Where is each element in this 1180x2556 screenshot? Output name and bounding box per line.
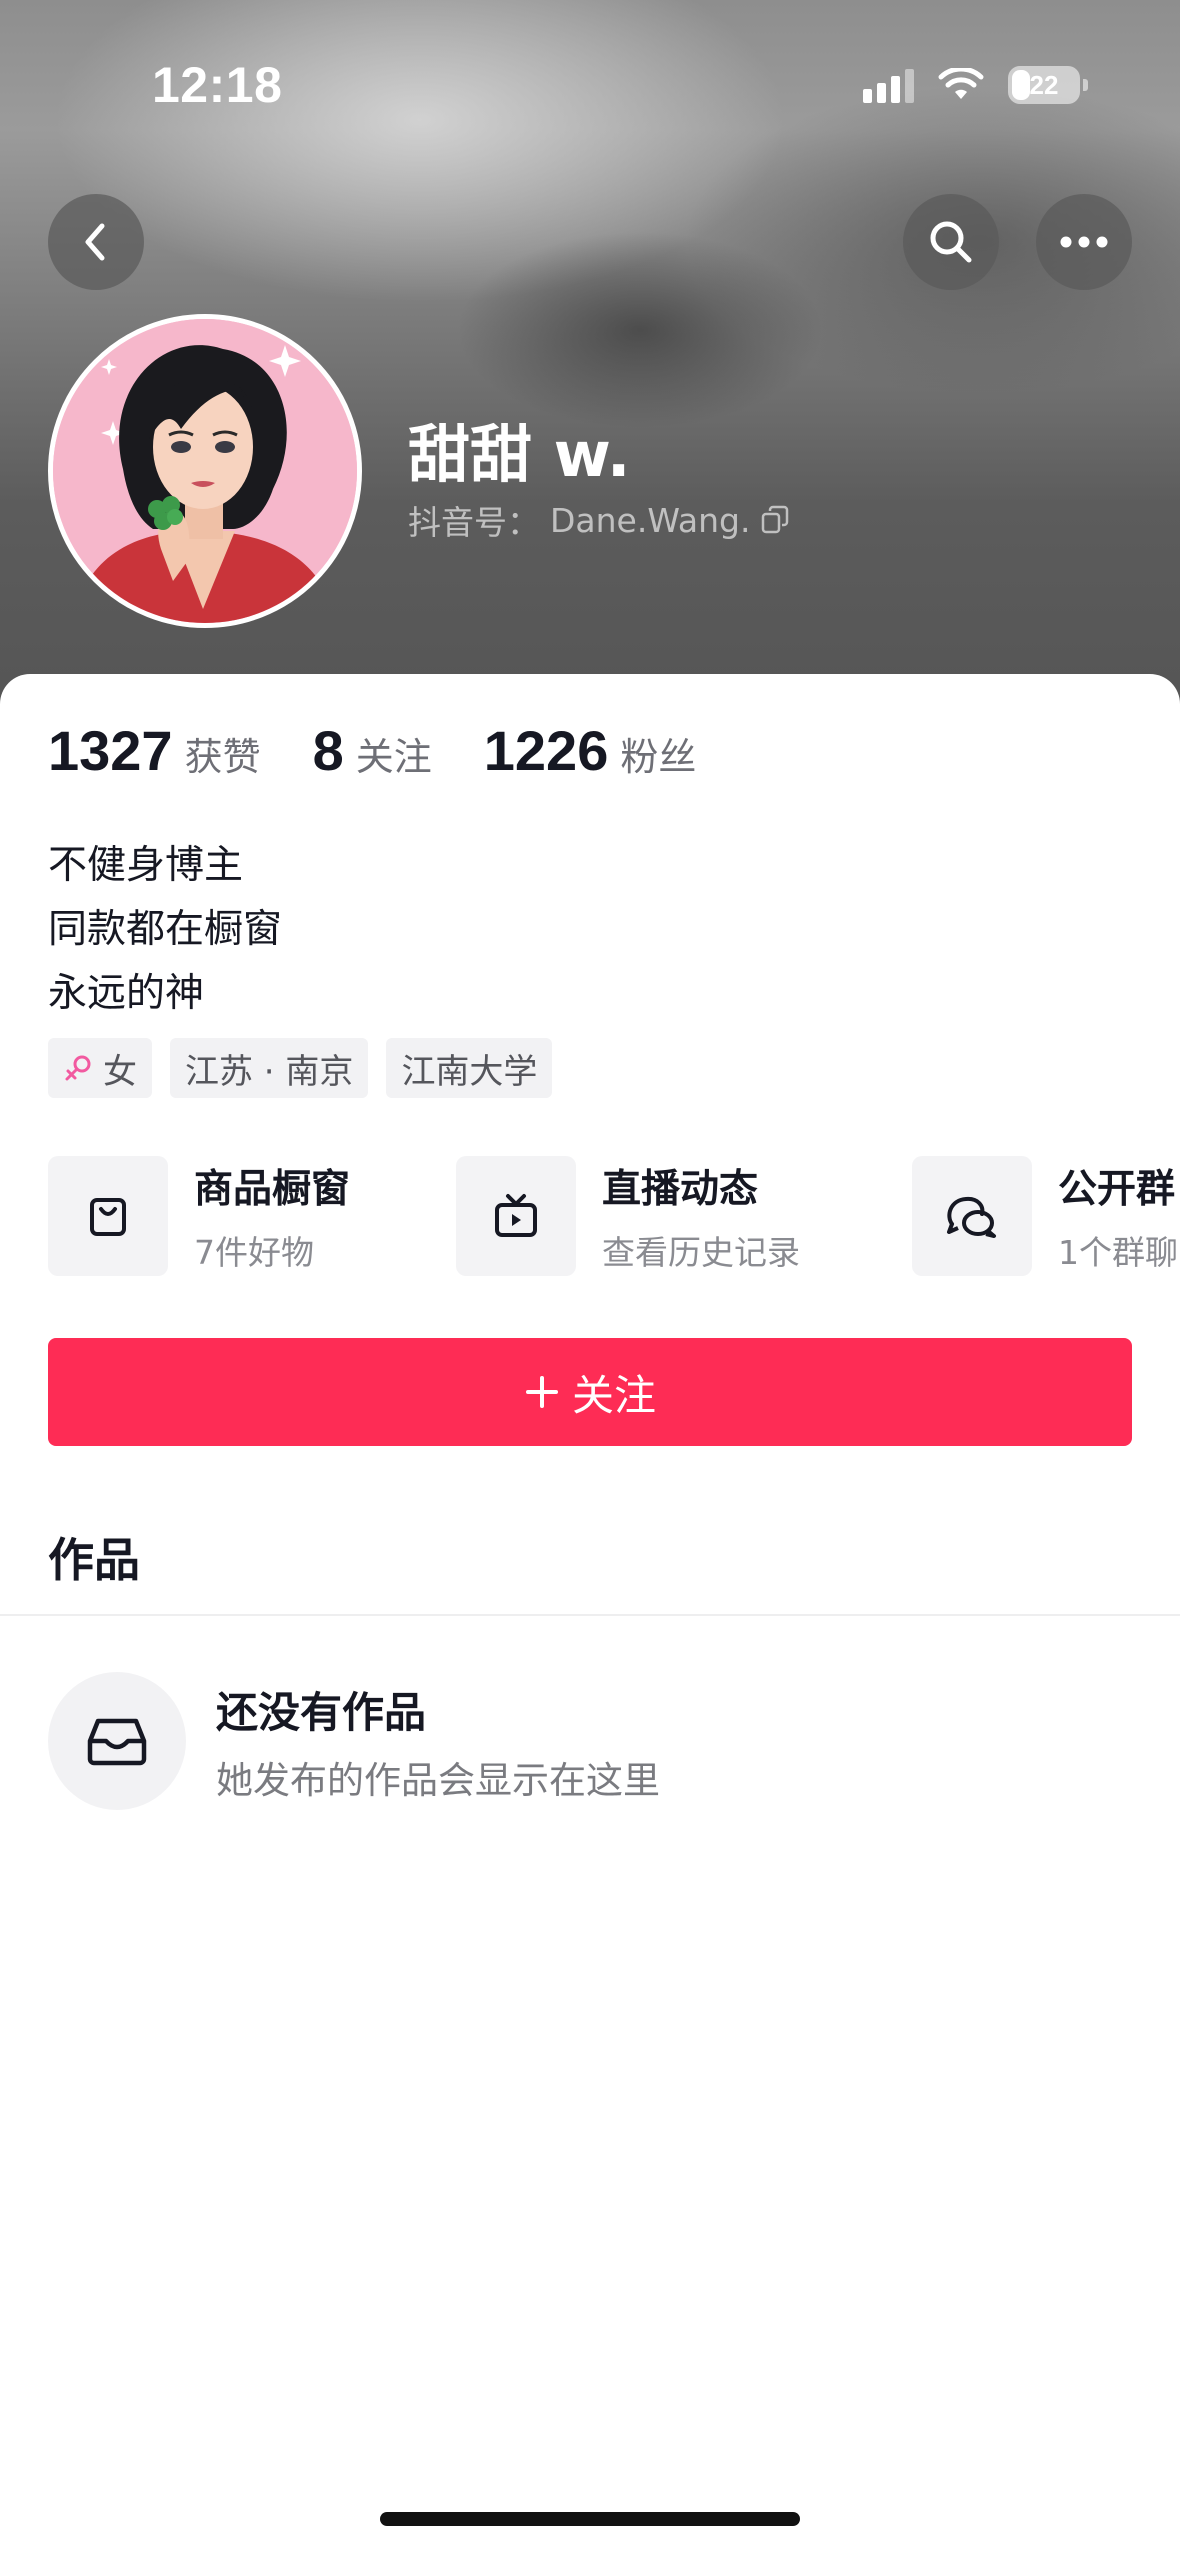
feature-live-history[interactable]: 直播动态 查看历史记录 <box>456 1156 800 1276</box>
wifi-icon <box>938 68 984 99</box>
female-icon <box>65 1055 91 1081</box>
stat-following[interactable]: 8 关注 <box>313 718 432 783</box>
status-icons: 22 <box>863 66 1088 104</box>
follow-button-label: 关注 <box>571 1370 656 1420</box>
douyin-id-label: 抖音号： <box>408 503 540 542</box>
empty-icon-circle <box>48 1672 186 1810</box>
feature-icon-box <box>912 1156 1032 1276</box>
search-icon <box>930 221 972 263</box>
stat-value: 1327 <box>48 719 173 782</box>
search-button[interactable] <box>903 194 999 290</box>
tag-gender: 女 <box>48 1038 152 1098</box>
stat-value: 1226 <box>483 719 609 782</box>
feature-subtitle: 查看历史记录 <box>602 1233 800 1272</box>
chevron-left-icon <box>85 223 105 261</box>
back-button[interactable] <box>48 194 144 290</box>
battery-level: 22 <box>1029 69 1059 100</box>
bio-line: 永远的神 <box>48 971 205 1016</box>
feature-title: 公开群 <box>1058 1167 1176 1212</box>
stat-likes[interactable]: 1327 获赞 <box>48 718 261 783</box>
feature-title: 直播动态 <box>602 1167 759 1212</box>
feature-subtitle: 1个群聊 <box>1058 1233 1178 1272</box>
feature-title: 商品橱窗 <box>194 1167 351 1212</box>
feature-icon-box <box>48 1156 168 1276</box>
follow-button[interactable]: 关注 <box>48 1338 1132 1446</box>
stat-followers[interactable]: 1226 粉丝 <box>484 718 697 783</box>
chat-bubbles-icon <box>947 1196 996 1238</box>
empty-title: 还没有作品 <box>216 1687 427 1737</box>
tag-gender-label: 女 <box>103 1051 137 1092</box>
status-time: 12:18 <box>152 57 283 113</box>
profile-tags: 女 江苏 · 南京 江南大学 <box>48 1038 553 1098</box>
tab-works[interactable]: 作品 <box>48 1524 140 1590</box>
home-indicator[interactable] <box>380 2512 800 2526</box>
bio-line: 同款都在橱窗 <box>48 907 283 952</box>
douyin-id-value: Dane.Wang. <box>550 500 751 540</box>
profile-bio: 不健身博主 同款都在橱窗 永远的神 <box>48 834 282 1026</box>
feature-public-groups[interactable]: 公开群 1个群聊 <box>912 1156 1178 1276</box>
tag-school[interactable]: 江南大学 <box>386 1038 553 1098</box>
tag-location: 江苏 · 南京 <box>170 1038 369 1098</box>
stat-label: 粉丝 <box>620 735 697 779</box>
douyin-id-row[interactable]: 抖音号： Dane.Wang. <box>408 496 790 544</box>
profile-stats: 1327 获赞 8 关注 1226 粉丝 <box>48 718 748 783</box>
more-dots-icon <box>1060 236 1108 248</box>
tv-icon <box>495 1194 537 1237</box>
plus-icon <box>525 1376 558 1408</box>
section-divider <box>0 1614 1180 1616</box>
tag-school-label: 江南大学 <box>401 1051 538 1092</box>
bio-line: 不健身博主 <box>48 843 244 888</box>
stat-label: 关注 <box>355 735 432 779</box>
stat-label: 获赞 <box>184 735 261 779</box>
profile-content-card: 1327 获赞 8 关注 1226 粉丝 不健身博主 同款都在橱窗 永远的神 女… <box>0 674 1180 2556</box>
empty-subtitle: 她发布的作品会显示在这里 <box>216 1758 660 1802</box>
profile-screen: 12:18 22 甜甜 w. 抖音号： Dane.Wang. 1327 获赞 8… <box>0 0 1180 2556</box>
feature-entries: 商品橱窗 7件好物 直播动态 查看历史记录 公开群 1个群聊 <box>48 1156 1180 1280</box>
cellular-signal-icon <box>863 67 914 103</box>
profile-nickname: 甜甜 w. <box>408 418 631 491</box>
tag-location-label: 江苏 · 南京 <box>185 1051 354 1092</box>
copy-icon[interactable] <box>760 505 790 535</box>
battery-indicator: 22 <box>1008 66 1088 104</box>
stat-value: 8 <box>312 719 344 782</box>
avatar[interactable] <box>48 314 362 628</box>
feature-shop-window[interactable]: 商品橱窗 7件好物 <box>48 1156 350 1276</box>
inbox-tray-icon <box>87 1718 147 1766</box>
feature-subtitle: 7件好物 <box>194 1233 314 1272</box>
shopping-bag-icon <box>90 1198 126 1236</box>
more-button[interactable] <box>1036 194 1132 290</box>
works-empty-state: 还没有作品 她发布的作品会显示在这里 <box>48 1672 660 1810</box>
avatar-illustration <box>53 319 357 623</box>
feature-icon-box <box>456 1156 576 1276</box>
